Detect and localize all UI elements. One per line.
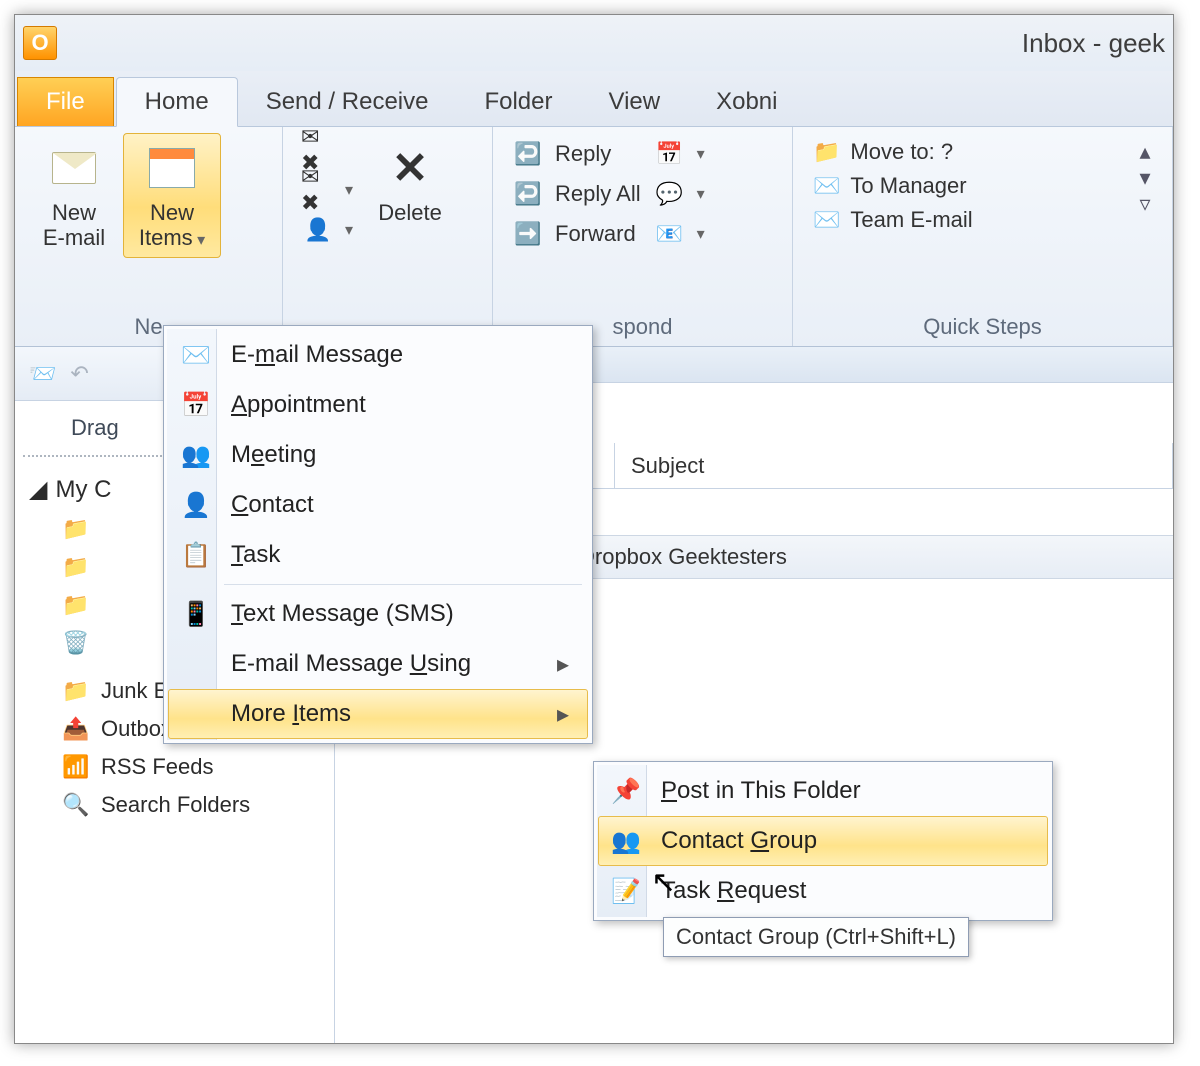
menu-email-using[interactable]: E-mail Message Using▸ <box>168 639 588 689</box>
envelope-icon: ✉️ <box>179 341 213 370</box>
forward-icon: ➡️ <box>511 219 545 249</box>
quickstep-team-email[interactable]: ✉️ Team E-mail <box>813 207 973 233</box>
menu-task[interactable]: 📋Task <box>168 530 588 580</box>
tab-file[interactable]: File <box>17 77 114 126</box>
folder-rss-label: RSS Feeds <box>101 754 214 780</box>
contact-card-icon: 👤 <box>179 491 213 520</box>
cleanup-button[interactable]: ✉✖ <box>301 175 353 205</box>
title-bar: O Inbox - geek <box>15 15 1173 71</box>
reply-all-label: Reply All <box>555 181 641 207</box>
folder-search[interactable]: 🔍 Search Folders <box>25 786 334 824</box>
new-items-button[interactable]: New Items <box>123 133 221 258</box>
im-reply-button[interactable]: 💬 <box>653 179 705 209</box>
delete-label: Delete <box>378 200 442 225</box>
im-icon: 💬 <box>653 179 687 209</box>
more-respond-button[interactable]: 📧 <box>653 219 705 249</box>
ribbon-tabs: File Home Send / Receive Folder View Xob… <box>15 71 1173 127</box>
tab-home[interactable]: Home <box>116 77 238 127</box>
group-quicksteps-label: Quick Steps <box>793 314 1172 346</box>
collapse-arrow-icon: ◢ <box>29 475 47 504</box>
folder-icon: 📁 <box>61 516 91 542</box>
junk-button[interactable]: 👤 <box>301 215 353 245</box>
tree-root-label: My C <box>55 476 111 504</box>
new-email-label: New E-mail <box>43 200 105 251</box>
more-icon: 📧 <box>653 219 687 249</box>
mouse-cursor-icon: ↖ <box>651 865 676 900</box>
col-subject[interactable]: Subject <box>615 443 1173 488</box>
envelope-icon <box>46 140 102 196</box>
menu-meeting[interactable]: 👥Meeting <box>168 430 588 480</box>
pin-icon: 📌 <box>609 777 643 806</box>
meeting-reply-button[interactable]: 📅 <box>653 139 705 169</box>
outlook-window: O Inbox - geek File Home Send / Receive … <box>14 14 1174 1044</box>
block-user-icon: 👤 <box>301 215 335 245</box>
window-title: Inbox - geek <box>1022 28 1165 59</box>
move-to-label: Move to: ? <box>850 139 953 165</box>
rss-icon: 📶 <box>61 754 91 780</box>
menu-appointment[interactable]: 📅Appointment <box>168 380 588 430</box>
folder-outbox-label: Outbox <box>101 716 172 742</box>
calendar-stack-icon <box>144 140 200 196</box>
ignore-button[interactable]: ✉✖ <box>301 135 353 165</box>
mail-subject: Dropbox Geektesters <box>579 544 787 570</box>
submenu-post-in-folder[interactable]: 📌Post in This Folder <box>598 766 1048 816</box>
menu-email-message[interactable]: ✉️E-mail Message <box>168 330 588 380</box>
ribbon: New E-mail New Items Ne ✉✖ ✉✖ 👤 ✕ Dele <box>15 127 1173 347</box>
meeting-icon: 👥 <box>179 441 213 470</box>
outbox-icon: 📤 <box>61 716 91 742</box>
send-receive-icon[interactable]: 📨 <box>29 361 56 387</box>
tooltip: Contact Group (Ctrl+Shift+L) <box>663 917 969 957</box>
tab-xobni[interactable]: Xobni <box>688 78 805 126</box>
submenu-contact-group[interactable]: 👥Contact Group <box>598 816 1048 866</box>
outlook-app-icon: O <box>23 26 57 60</box>
quicksteps-down-button[interactable]: ▾ <box>1134 165 1156 191</box>
reply-label: Reply <box>555 141 611 167</box>
team-email-icon: ✉️ <box>813 207 840 233</box>
broom-icon: ✉✖ <box>301 175 335 205</box>
forward-button[interactable]: ➡️ Forward <box>511 219 641 249</box>
tab-view[interactable]: View <box>581 78 689 126</box>
delete-x-icon: ✕ <box>382 140 438 196</box>
delete-button[interactable]: ✕ Delete <box>361 133 459 232</box>
folder-icon: 📁 <box>61 592 91 618</box>
reply-all-button[interactable]: ↩️ Reply All <box>511 179 641 209</box>
folder-icon: 📁 <box>61 554 91 580</box>
task-icon: 📋 <box>179 541 213 570</box>
calendar-icon: 📅 <box>179 391 213 420</box>
submenu-arrow-icon: ▸ <box>557 700 569 729</box>
reply-button[interactable]: ↩️ Reply <box>511 139 641 169</box>
submenu-arrow-icon: ▸ <box>557 650 569 679</box>
folder-rss[interactable]: 📶 RSS Feeds <box>25 748 334 786</box>
quicksteps-up-button[interactable]: ▴ <box>1134 139 1156 165</box>
menu-contact[interactable]: 👤Contact <box>168 480 588 530</box>
to-manager-label: To Manager <box>850 173 966 199</box>
forward-label: Forward <box>555 221 636 247</box>
folder-move-icon: 📁 <box>813 139 840 165</box>
undo-icon[interactable]: ↶ <box>70 361 88 387</box>
reply-all-icon: ↩️ <box>511 179 545 209</box>
phone-icon: 📱 <box>179 600 213 629</box>
menu-text-message[interactable]: 📱Text Message (SMS) <box>168 589 588 639</box>
to-manager-icon: ✉️ <box>813 173 840 199</box>
contact-group-icon: 👥 <box>609 827 643 856</box>
menu-more-items[interactable]: More Items▸ <box>168 689 588 739</box>
tab-folder[interactable]: Folder <box>456 78 580 126</box>
search-folder-icon: 🔍 <box>61 792 91 818</box>
meeting-icon: 📅 <box>653 139 687 169</box>
trash-icon: 🗑️ <box>61 630 91 656</box>
quickstep-move-to[interactable]: 📁 Move to: ? <box>813 139 973 165</box>
new-items-menu: ✉️E-mail Message 📅Appointment 👥Meeting 👤… <box>163 325 593 744</box>
new-items-label: New Items <box>139 200 194 250</box>
quicksteps-expand-button[interactable]: ▿ <box>1134 191 1156 217</box>
task-request-icon: 📝 <box>609 877 643 906</box>
team-email-label: Team E-mail <box>850 207 972 233</box>
folder-search-label: Search Folders <box>101 792 250 818</box>
tab-send-receive[interactable]: Send / Receive <box>238 78 457 126</box>
reply-icon: ↩️ <box>511 139 545 169</box>
junk-folder-icon: 📁 <box>61 678 91 704</box>
ignore-icon: ✉✖ <box>301 135 335 165</box>
quickstep-to-manager[interactable]: ✉️ To Manager <box>813 173 973 199</box>
new-email-button[interactable]: New E-mail <box>25 133 123 258</box>
